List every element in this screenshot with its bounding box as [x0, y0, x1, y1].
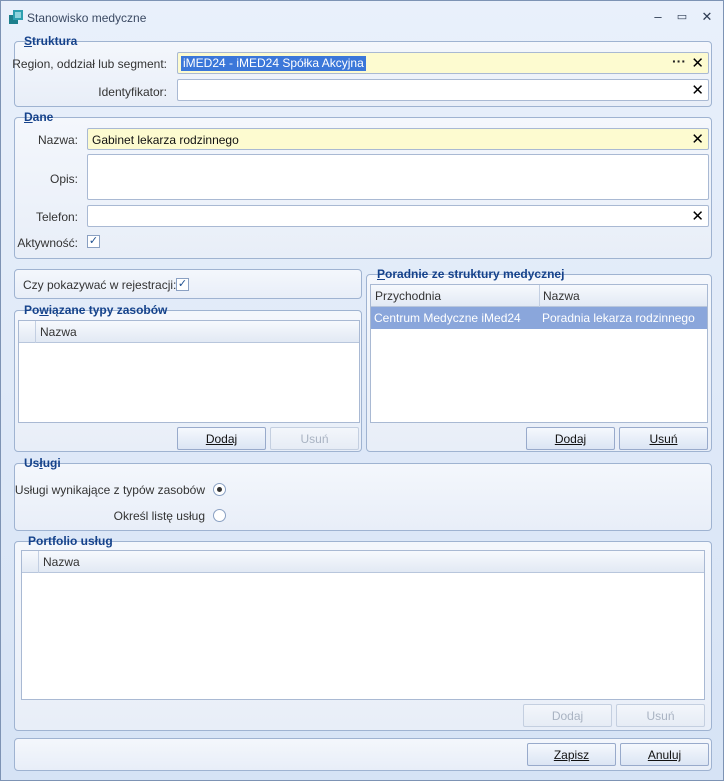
column-separator [38, 551, 39, 573]
dane-legend: Dane [24, 110, 54, 124]
uslugi-group: Usługi Usługi wynikające z typów zasobów… [14, 456, 712, 531]
powiazane-group: Powiązane typy zasobów Nazwa Dodaj Usuń [14, 303, 362, 452]
portfolio-legend: Portfolio usług [28, 534, 113, 548]
nazwa-label: Nazwa: [37, 133, 78, 147]
grid-header: Nazwa [22, 551, 704, 573]
grid-header: Nazwa [19, 321, 359, 343]
footer-bar: Zapisz Anuluj [14, 738, 712, 771]
column-header-nazwa[interactable]: Nazwa [40, 325, 77, 339]
column-header-nazwa[interactable]: Nazwa [543, 289, 580, 303]
struktura-legend: Struktura [24, 34, 78, 48]
portfolio-group: Portfolio usług Nazwa Dodaj Usuń [14, 534, 712, 731]
table-row[interactable]: Centrum Medyczne iMed24 Poradnia lekarza… [371, 307, 707, 329]
column-separator [539, 285, 540, 307]
telefon-label: Telefon: [35, 210, 78, 224]
powiazane-grid[interactable]: Nazwa [18, 320, 360, 423]
nazwa-value: Gabinet lekarza rodzinnego [92, 133, 239, 147]
region-value: iMED24 - iMED24 Spółka Akcyjna [181, 56, 366, 71]
clear-icon[interactable]: ✕ [691, 54, 704, 72]
column-header-przychodnia[interactable]: Przychodnia [375, 289, 441, 303]
opis-label: Opis: [49, 172, 78, 186]
opis-textarea[interactable] [87, 154, 709, 200]
identyfikator-field[interactable]: ✕ [177, 79, 709, 101]
portfolio-remove-button[interactable]: Usuń [616, 704, 705, 727]
rejestracja-label: Czy pokazywać w rejestracji: [23, 278, 177, 292]
struktura-group: Struktura Region, oddział lub segment: i… [12, 34, 712, 107]
close-button[interactable]: ✕ [696, 7, 718, 27]
powiazane-legend: Powiązane typy zasobów [24, 303, 168, 317]
clear-icon[interactable]: ✕ [691, 207, 704, 225]
cell-przychodnia: Centrum Medyczne iMed24 [374, 311, 521, 325]
region-field[interactable]: iMED24 - iMED24 Spółka Akcyjna ··· ✕ [177, 52, 709, 74]
clear-icon[interactable]: ✕ [691, 130, 704, 148]
option-custom-list-radio[interactable] [213, 509, 226, 522]
minimize-button[interactable]: – [647, 7, 669, 27]
powiazane-remove-button[interactable]: Usuń [270, 427, 359, 450]
app-icon [9, 10, 23, 24]
browse-icon[interactable]: ··· [672, 53, 686, 69]
identyfikator-label: Identyfikator: [98, 85, 167, 99]
poradnie-grid[interactable]: Przychodnia Nazwa Centrum Medyczne iMed2… [370, 284, 708, 423]
aktywnosc-checkbox[interactable]: ✓ [87, 235, 100, 248]
grid-header: Przychodnia Nazwa [371, 285, 707, 307]
powiazane-add-button[interactable]: Dodaj [177, 427, 266, 450]
window-title: Stanowisko medyczne [27, 11, 147, 25]
poradnie-group: Poradnie ze struktury medycznej Przychod… [366, 267, 712, 452]
poradnie-remove-button[interactable]: Usuń [619, 427, 708, 450]
dane-group: Dane Nazwa: Gabinet lekarza rodzinnego ✕… [14, 110, 712, 259]
poradnie-add-button[interactable]: Dodaj [526, 427, 615, 450]
option-from-resources-radio[interactable] [213, 483, 226, 496]
telefon-field[interactable]: ✕ [87, 205, 709, 227]
poradnie-legend: Poradnie ze struktury medycznej [377, 267, 565, 281]
uslugi-legend: Usługi [24, 456, 61, 470]
rejestracja-group: Czy pokazywać w rejestracji: ✓ [14, 269, 362, 299]
option-from-resources-label: Usługi wynikające z typów zasobów [14, 483, 205, 497]
region-label: Region, oddział lub segment: [12, 57, 167, 71]
dialog-window: Stanowisko medyczne – ▭ ✕ Struktura Regi… [0, 0, 724, 781]
clear-icon[interactable]: ✕ [691, 81, 704, 99]
save-button[interactable]: Zapisz [527, 743, 616, 766]
rejestracja-checkbox[interactable]: ✓ [176, 278, 189, 291]
column-separator [35, 321, 36, 343]
maximize-button[interactable]: ▭ [671, 7, 693, 27]
nazwa-field[interactable]: Gabinet lekarza rodzinnego ✕ [87, 128, 709, 150]
option-custom-list-label: Określ listę usług [113, 509, 205, 523]
cancel-button[interactable]: Anuluj [620, 743, 709, 766]
column-header-nazwa[interactable]: Nazwa [43, 555, 80, 569]
portfolio-add-button[interactable]: Dodaj [523, 704, 612, 727]
cell-nazwa: Poradnia lekarza rodzinnego [542, 311, 695, 325]
aktywnosc-label: Aktywność: [17, 236, 78, 250]
title-bar[interactable]: Stanowisko medyczne – ▭ ✕ [1, 1, 723, 33]
portfolio-grid[interactable]: Nazwa [21, 550, 705, 700]
